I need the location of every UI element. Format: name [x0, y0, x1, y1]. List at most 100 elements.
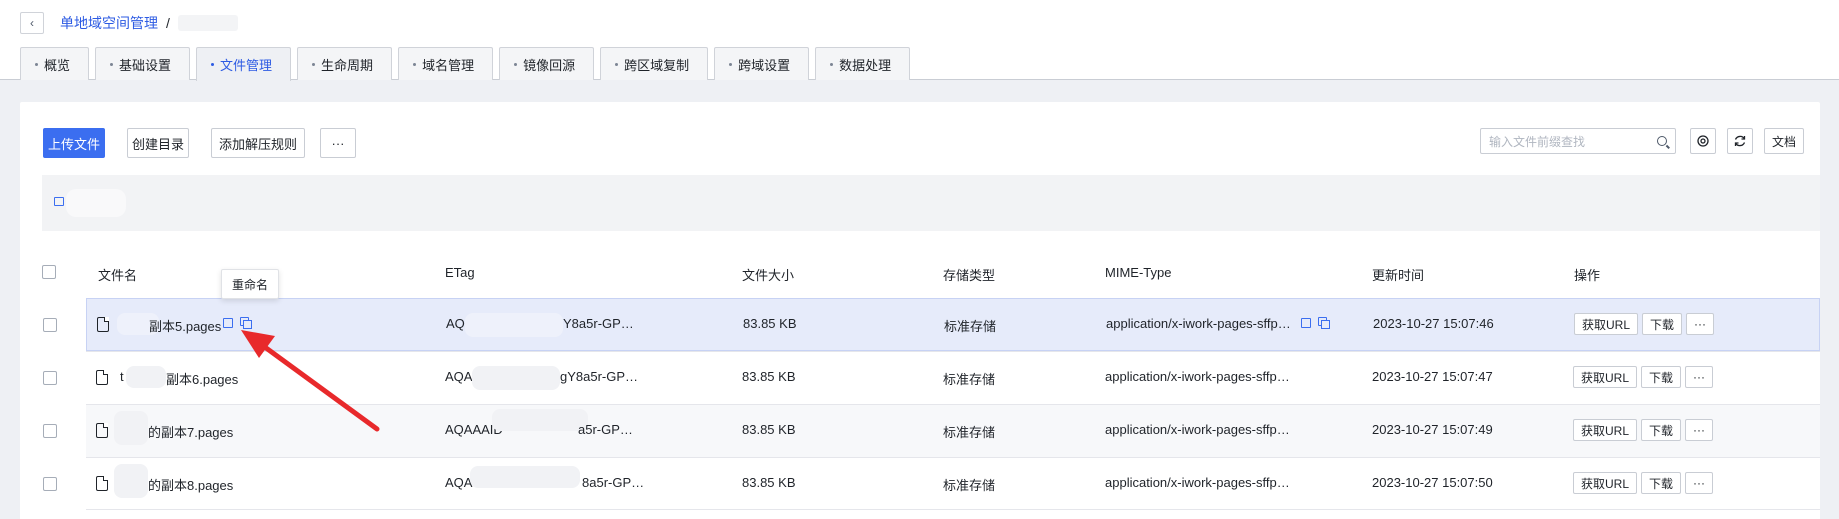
tab-cross-region-replication[interactable]: 跨区域复制 — [600, 47, 709, 80]
file-name-prefix: t — [120, 369, 124, 384]
get-url-button[interactable]: 获取URL — [1573, 366, 1637, 388]
dot-icon — [35, 62, 38, 66]
copy-mime-icon[interactable] — [1318, 317, 1330, 329]
tab-label: 文件管理 — [220, 58, 273, 73]
etag-redaction — [472, 366, 560, 390]
file-name[interactable]: 副本6.pages — [166, 369, 238, 388]
search-icon[interactable] — [1657, 136, 1667, 146]
column-header-mime-type: MIME-Type — [1105, 265, 1172, 280]
row-more-button[interactable]: ··· — [1685, 472, 1713, 494]
table-header: 文件名 ETag 文件大小 存储类型 MIME-Type 更新时间 操作 — [42, 260, 1820, 300]
dot-icon — [514, 62, 518, 66]
table-row[interactable]: t 副本6.pages AQA gY8a5r-GP… 83.85 KB 标准存储… — [86, 351, 1820, 404]
tab-cors-settings[interactable]: 跨域设置 — [714, 47, 810, 80]
file-icon — [96, 423, 108, 438]
row-checkbox[interactable] — [43, 477, 57, 491]
back-icon[interactable]: ‹ — [20, 12, 44, 34]
tab-label: 镜像回源 — [523, 57, 576, 73]
dot-icon — [729, 62, 733, 66]
row-checkbox[interactable] — [43, 424, 57, 438]
add-unzip-rule-button[interactable]: 添加解压规则 — [211, 128, 305, 158]
breadcrumb-root-link[interactable]: 单地域空间管理 — [60, 13, 158, 33]
row-checkbox[interactable] — [43, 318, 57, 332]
file-name[interactable]: 的副本7.pages — [148, 422, 233, 441]
get-url-button[interactable]: 获取URL — [1573, 472, 1637, 494]
dot-icon — [413, 62, 417, 66]
breadcrumb-bucket-name — [177, 15, 238, 31]
breadcrumb-separator: / — [166, 15, 170, 31]
tab-mirror-origin[interactable]: 镜像回源 — [499, 47, 595, 80]
top-bar: ‹ 单地域空间管理 / 概览 基础设置 文件管理 生命周期 域名管理 镜像回源 … — [0, 0, 1839, 81]
storage-class: 标准存储 — [943, 372, 996, 387]
storage-class: 标准存储 — [943, 425, 996, 440]
tab-domain-management[interactable]: 域名管理 — [398, 47, 494, 80]
tab-file-management[interactable]: 文件管理 — [196, 47, 292, 81]
create-directory-button[interactable]: 创建目录 — [127, 128, 189, 158]
rename-icon[interactable] — [223, 318, 233, 328]
table-row[interactable]: 的副本8.pages AQA 8a5r-GP… 83.85 KB 标准存储 ap… — [86, 457, 1820, 510]
column-header-storage-class: 存储类型 — [943, 268, 996, 283]
download-button[interactable]: 下载 — [1641, 472, 1681, 494]
get-url-button[interactable]: 获取URL — [1573, 419, 1637, 441]
dot-icon — [211, 63, 215, 66]
etag-suffix: Y8a5r-GP… — [563, 316, 634, 331]
column-header-size: 文件大小 — [742, 268, 795, 283]
tab-label: 跨区域复制 — [624, 57, 690, 73]
get-url-button[interactable]: 获取URL — [1574, 313, 1638, 335]
docs-button[interactable]: 文档 — [1764, 128, 1804, 154]
file-icon — [96, 370, 108, 385]
refresh-icon[interactable] — [1727, 128, 1753, 154]
tab-label: 生命周期 — [321, 57, 374, 73]
edit-mime-icon[interactable] — [1301, 318, 1311, 328]
folder-icon — [54, 197, 64, 206]
file-size: 83.85 KB — [742, 475, 796, 490]
file-icon — [96, 476, 108, 491]
table-row[interactable]: 副本5.pages AQ Y8a5r-GP… 83.85 KB 标准存储 app… — [86, 298, 1820, 351]
search-placeholder: 输入文件前缀查找 — [1489, 134, 1586, 149]
row-more-button[interactable]: ··· — [1685, 366, 1713, 388]
download-button[interactable]: 下载 — [1641, 366, 1681, 388]
row-checkbox[interactable] — [43, 371, 57, 385]
tab-overview[interactable]: 概览 — [20, 47, 90, 80]
etag-prefix: AQ — [446, 316, 465, 331]
updated-time: 2023-10-27 15:07:49 — [1372, 422, 1493, 437]
column-header-updated-time: 更新时间 — [1372, 268, 1425, 283]
filename-redaction — [114, 411, 148, 445]
tab-data-processing[interactable]: 数据处理 — [815, 47, 911, 80]
etag-prefix: AQA — [445, 369, 473, 384]
tab-lifecycle[interactable]: 生命周期 — [297, 47, 393, 80]
rename-tooltip: 重命名 — [221, 269, 279, 299]
file-name[interactable]: 的副本8.pages — [148, 475, 233, 494]
file-name[interactable]: 副本5.pages — [149, 316, 221, 335]
dot-icon — [110, 62, 114, 66]
updated-time: 2023-10-27 15:07:50 — [1372, 475, 1493, 490]
etag-suffix: a5r-GP… — [578, 422, 633, 437]
breadcrumb: 单地域空间管理 / — [60, 13, 238, 33]
tab-label: 跨域设置 — [738, 57, 791, 73]
settings-icon[interactable] — [1690, 128, 1716, 154]
upload-file-button[interactable]: 上传文件 — [43, 128, 105, 158]
updated-time: 2023-10-27 15:07:47 — [1372, 369, 1493, 384]
row-more-button[interactable]: ··· — [1685, 419, 1713, 441]
row-more-button[interactable]: ··· — [1686, 313, 1714, 335]
dot-icon — [312, 62, 316, 66]
etag-suffix: 8a5r-GP… — [582, 475, 645, 490]
search-input[interactable]: 输入文件前缀查找 — [1480, 128, 1676, 154]
tab-basic-settings[interactable]: 基础设置 — [95, 47, 191, 80]
copy-icon[interactable] — [240, 317, 252, 329]
filename-redaction — [126, 366, 166, 388]
current-path-text — [66, 189, 126, 217]
select-all-checkbox[interactable] — [42, 265, 56, 279]
mime-type: application/x-iwork-pages-sffp… — [1105, 422, 1290, 437]
mime-type: application/x-iwork-pages-sffp… — [1105, 369, 1290, 384]
tooltip-text: 重命名 — [231, 277, 268, 292]
download-button[interactable]: 下载 — [1642, 313, 1682, 335]
download-button[interactable]: 下载 — [1641, 419, 1681, 441]
table-row[interactable]: 的副本7.pages AQAAAID a5r-GP… 83.85 KB 标准存储… — [86, 404, 1820, 457]
etag-redaction — [465, 313, 563, 337]
column-header-filename: 文件名 — [98, 268, 138, 283]
tab-label: 基础设置 — [119, 57, 172, 73]
tab-label: 域名管理 — [422, 57, 475, 73]
more-actions-button[interactable]: ··· — [320, 128, 356, 158]
file-size: 83.85 KB — [742, 369, 796, 384]
